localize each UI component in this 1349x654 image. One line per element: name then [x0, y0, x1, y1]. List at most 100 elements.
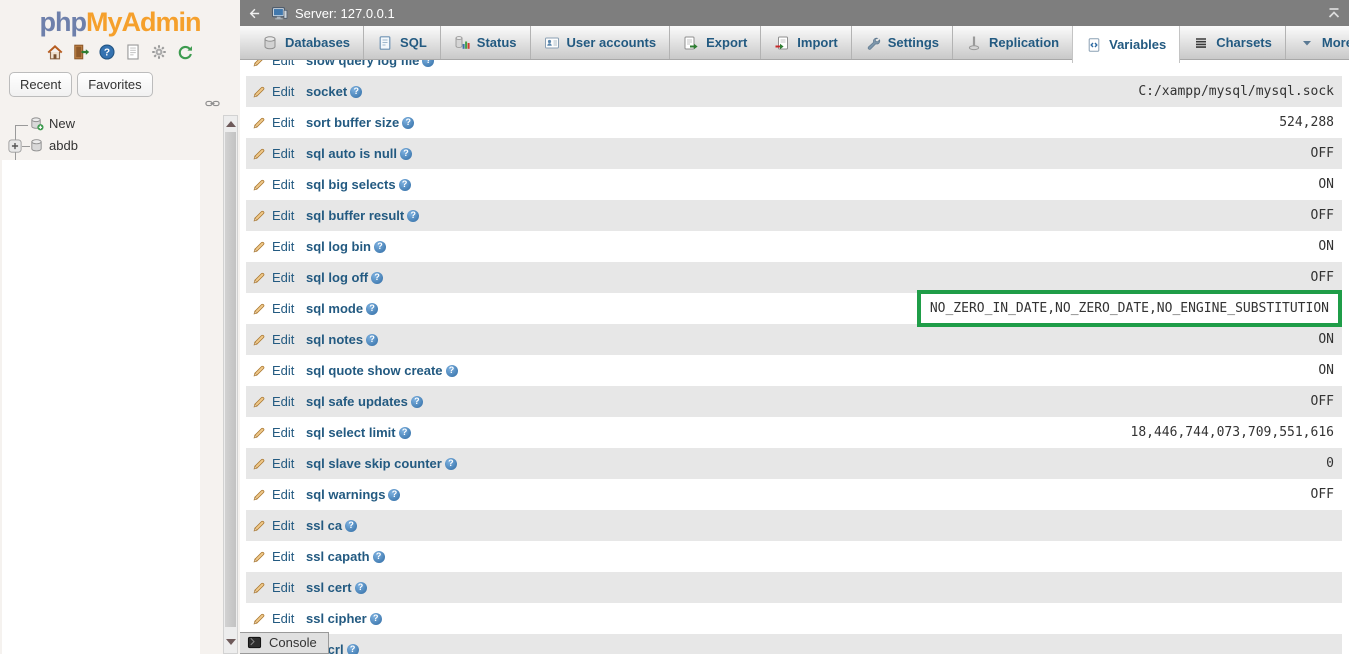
pencil-icon [252, 333, 266, 347]
variables-icon [1086, 37, 1102, 53]
edit-button[interactable]: Edit [246, 549, 306, 564]
pencil-icon [252, 178, 266, 192]
edit-button[interactable]: Edit [246, 456, 306, 471]
tab-sql[interactable]: SQL [364, 26, 441, 59]
edit-button[interactable]: Edit [246, 270, 306, 285]
console-button[interactable]: Console [240, 632, 329, 654]
edit-button[interactable]: Edit [246, 146, 306, 161]
help-icon[interactable]: ? [407, 210, 419, 222]
table-row-sql-auto-is-null: Editsql auto is null?OFF [246, 138, 1342, 169]
variable-value: 524,288 [1279, 115, 1342, 130]
help-icon[interactable]: ? [399, 427, 411, 439]
variable-name-text: sql big selects [306, 177, 396, 192]
edit-button[interactable]: Edit [246, 177, 306, 192]
docs-icon[interactable] [124, 43, 142, 61]
edit-button[interactable]: Edit [246, 394, 306, 409]
help-icon[interactable]: ? [411, 396, 423, 408]
help-icon[interactable]: ? [350, 86, 362, 98]
console-icon [247, 635, 262, 650]
tab-import[interactable]: Import [761, 26, 851, 59]
help-icon[interactable]: ? [400, 148, 412, 160]
edit-button[interactable]: Edit [246, 611, 306, 626]
help-icon[interactable]: ? [347, 644, 359, 654]
help-icon[interactable]: ? [355, 582, 367, 594]
pencil-icon [252, 116, 266, 130]
help-icon[interactable]: ? [399, 179, 411, 191]
table-row-socket: Editsocket?C:/xampp/mysql/mysql.sock [246, 76, 1342, 107]
help-icon[interactable]: ? [445, 458, 457, 470]
edit-label: Edit [272, 177, 294, 192]
recent-button[interactable]: Recent [9, 72, 72, 97]
expand-plus-icon[interactable] [8, 139, 22, 153]
variable-name-text: sql quote show create [306, 363, 443, 378]
edit-button[interactable]: Edit [246, 487, 306, 502]
server-breadcrumb[interactable]: Server: 127.0.0.1 [295, 6, 395, 21]
sidebar-scrollbar[interactable] [223, 115, 238, 654]
logout-icon[interactable] [72, 43, 90, 61]
table-row-ssl-cert: Editssl cert? [246, 572, 1342, 603]
database-icon [29, 138, 44, 153]
gear-icon[interactable] [150, 43, 168, 61]
sidebar: phpMyAdmin ? Recent Favorites New abdb [0, 0, 240, 654]
reload-icon[interactable] [176, 43, 194, 61]
tab-variables[interactable]: Variables [1072, 26, 1180, 63]
scrollbar-down-arrow[interactable] [226, 639, 236, 645]
pencil-icon [252, 550, 266, 564]
tab-label: User accounts [567, 35, 657, 50]
help-icon[interactable]: ? [374, 241, 386, 253]
help-icon[interactable]: ? [422, 60, 434, 67]
collapse-top-icon[interactable] [1326, 5, 1342, 21]
tab-settings[interactable]: Settings [852, 26, 953, 59]
tab-more[interactable]: More [1286, 26, 1349, 59]
help-icon[interactable]: ? [370, 613, 382, 625]
back-arrow-icon[interactable] [240, 0, 266, 26]
help-icon[interactable]: ? [402, 117, 414, 129]
variable-name-text: sql log bin [306, 239, 371, 254]
edit-button[interactable]: Edit [246, 84, 306, 99]
favorites-button[interactable]: Favorites [77, 72, 152, 97]
pencil-icon [252, 85, 266, 99]
help-icon[interactable]: ? [373, 551, 385, 563]
edit-label: Edit [272, 611, 294, 626]
help-icon[interactable]: ? [366, 334, 378, 346]
variable-name-text: ssl cert [306, 580, 352, 595]
tab-export[interactable]: Export [670, 26, 761, 59]
table-row-ssl-cipher: Editssl cipher? [246, 603, 1342, 634]
pencil-icon [252, 457, 266, 471]
edit-button[interactable]: Edit [246, 425, 306, 440]
edit-button[interactable]: Edit [246, 518, 306, 533]
scrollbar-thumb[interactable] [225, 132, 236, 627]
variable-name-text: slow query log file [306, 60, 419, 68]
variable-name: ssl ca? [306, 518, 357, 533]
help-icon[interactable]: ? [446, 365, 458, 377]
sidebar-item-new-database[interactable]: New [29, 116, 75, 131]
help-icon[interactable]: ? [371, 272, 383, 284]
variable-name-text: socket [306, 84, 347, 99]
edit-label: Edit [272, 456, 294, 471]
edit-button[interactable]: Edit [246, 301, 306, 316]
help-icon[interactable]: ? [98, 43, 116, 61]
edit-button[interactable]: Edit [246, 208, 306, 223]
help-icon[interactable]: ? [388, 489, 400, 501]
link-icon[interactable] [205, 96, 220, 111]
edit-button[interactable]: Edit [246, 332, 306, 347]
edit-button[interactable]: Edit [246, 363, 306, 378]
tab-charsets[interactable]: Charsets [1180, 26, 1286, 59]
edit-label: Edit [272, 270, 294, 285]
help-icon[interactable]: ? [366, 303, 378, 315]
tab-replication[interactable]: Replication [953, 26, 1073, 59]
phpmyadmin-logo[interactable]: phpMyAdmin [0, 7, 240, 38]
variable-name: sql mode? [306, 301, 378, 316]
home-icon[interactable] [46, 43, 64, 61]
tab-user-accounts[interactable]: User accounts [531, 26, 671, 59]
variable-name: sql select limit? [306, 425, 411, 440]
edit-button[interactable]: Edit [246, 115, 306, 130]
edit-button[interactable]: Edit [246, 580, 306, 595]
edit-button[interactable]: Edit [246, 60, 306, 68]
edit-button[interactable]: Edit [246, 239, 306, 254]
help-icon[interactable]: ? [345, 520, 357, 532]
scrollbar-up-arrow[interactable] [226, 121, 236, 127]
tab-databases[interactable]: Databases [249, 26, 364, 59]
tab-status[interactable]: Status [441, 26, 531, 59]
sidebar-item-abdb[interactable]: abdb [29, 138, 78, 153]
